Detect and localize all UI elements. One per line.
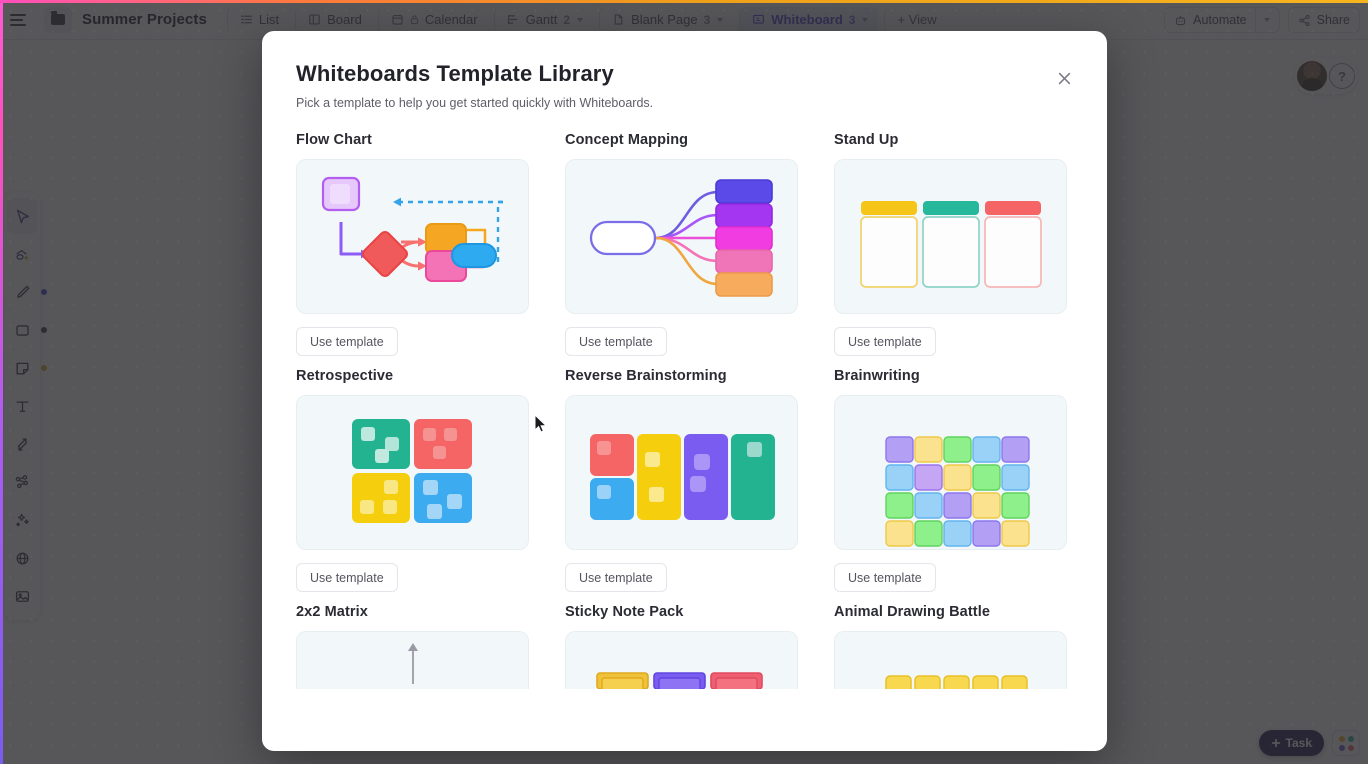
template-name: Reverse Brainstorming: [565, 368, 727, 384]
template-name: Stand Up: [834, 132, 899, 148]
modal-title: Whiteboards Template Library: [296, 61, 614, 86]
template-preview-brainwriting: [834, 395, 1067, 550]
modal-subtitle: Pick a template to help you get started …: [296, 96, 654, 110]
template-card-stand-up[interactable]: Stand Up Use template: [834, 132, 1067, 368]
top-edge-accent: [0, 0, 1368, 3]
use-template-button[interactable]: Use template: [565, 327, 667, 356]
template-card-brainwriting[interactable]: Brainwriting Use template: [834, 368, 1067, 604]
template-preview-animal-drawing-battle: [834, 631, 1067, 689]
template-preview-2x2-matrix: [296, 631, 529, 689]
app-root: Summer Projects List Board: [0, 0, 1368, 764]
template-preview-retrospective: [296, 395, 529, 550]
modal-header: Whiteboards Template Library Pick a temp…: [262, 31, 1107, 110]
template-preview-sticky-note-pack: [565, 631, 798, 689]
template-name: 2x2 Matrix: [296, 604, 368, 620]
template-preview-flow-chart: [296, 159, 529, 314]
close-icon[interactable]: [1051, 65, 1077, 91]
mouse-cursor: [534, 414, 548, 433]
template-preview-reverse-brainstorming: [565, 395, 798, 550]
template-card-sticky-note-pack[interactable]: Sticky Note Pack: [565, 604, 798, 701]
template-preview-concept-map: [565, 159, 798, 314]
template-name: Flow Chart: [296, 132, 372, 148]
template-card-concept-mapping[interactable]: Concept Mapping Use template: [565, 132, 798, 368]
template-card-flow-chart[interactable]: Flow Chart Use template: [296, 132, 529, 368]
template-preview-stand-up: [834, 159, 1067, 314]
template-name: Concept Mapping: [565, 132, 689, 148]
template-name: Brainwriting: [834, 368, 920, 384]
use-template-button[interactable]: Use template: [296, 327, 398, 356]
template-grid: Flow Chart Use template Concept Mapping …: [296, 132, 1073, 701]
use-template-button[interactable]: Use template: [834, 563, 936, 592]
template-card-retrospective[interactable]: Retrospective Use template: [296, 368, 529, 604]
template-card-2x2-matrix[interactable]: 2x2 Matrix: [296, 604, 529, 701]
template-library-modal: Whiteboards Template Library Pick a temp…: [262, 31, 1107, 751]
template-card-animal-drawing-battle[interactable]: Animal Drawing Battle: [834, 604, 1067, 701]
template-grid-scroll[interactable]: Flow Chart Use template Concept Mapping …: [262, 110, 1107, 751]
template-name: Retrospective: [296, 368, 394, 384]
template-card-reverse-brainstorming[interactable]: Reverse Brainstorming Use template: [565, 368, 798, 604]
use-template-button[interactable]: Use template: [296, 563, 398, 592]
left-edge-accent: [0, 0, 3, 764]
use-template-button[interactable]: Use template: [834, 327, 936, 356]
use-template-button[interactable]: Use template: [565, 563, 667, 592]
template-name: Animal Drawing Battle: [834, 604, 990, 620]
template-name: Sticky Note Pack: [565, 604, 684, 620]
